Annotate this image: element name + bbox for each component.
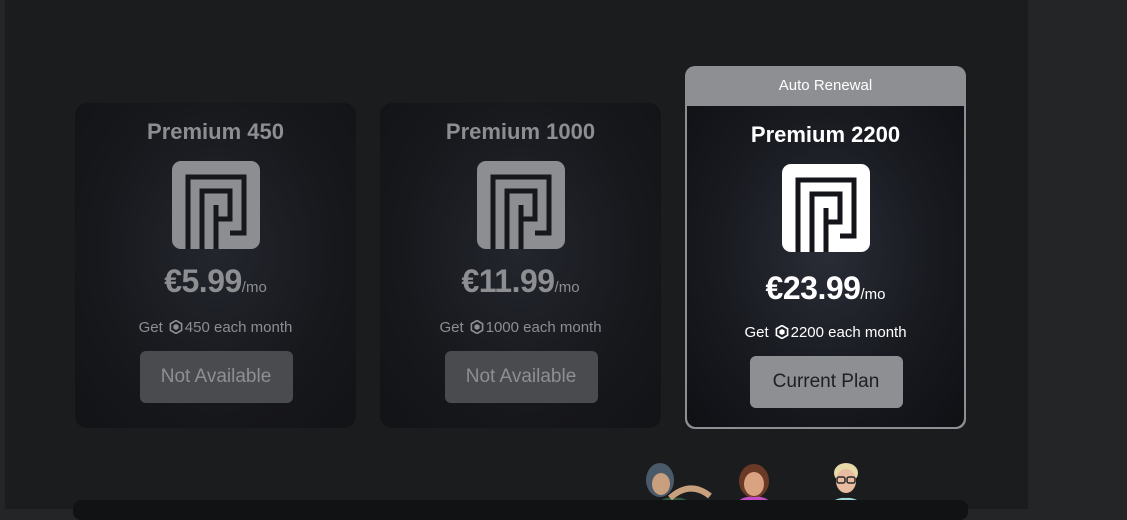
get-label: Get xyxy=(744,324,769,341)
get-label: Get xyxy=(138,319,163,336)
premium-logo-icon xyxy=(476,161,565,249)
plan-price: €5.99 xyxy=(164,263,242,299)
robux-amount: 2200 each month xyxy=(790,324,907,341)
robux-amount: 1000 each month xyxy=(485,319,602,336)
price-row: €23.99/mo xyxy=(687,270,964,307)
price-row: €11.99/mo xyxy=(380,263,661,300)
price-period: /mo xyxy=(860,286,886,303)
premium-logo-icon xyxy=(171,161,260,249)
current-plan-button[interactable]: Current Plan xyxy=(749,356,903,408)
plan-price: €23.99 xyxy=(765,270,861,306)
premium-logo-icon xyxy=(781,164,870,252)
robux-icon xyxy=(169,320,183,334)
premium-plans-page: Premium 450 €5.99/mo Get 450 each month N… xyxy=(5,0,1028,520)
robux-icon xyxy=(470,320,484,334)
right-gutter xyxy=(1028,0,1127,509)
price-period: /mo xyxy=(241,279,267,296)
plan-price: €11.99 xyxy=(461,263,555,299)
plan-title: Premium 450 xyxy=(147,119,284,144)
plan-title: Premium 2200 xyxy=(750,122,901,147)
price-period: /mo xyxy=(554,279,580,296)
bottom-panel xyxy=(73,500,968,520)
robux-amount: 450 each month xyxy=(184,319,293,336)
robux-icon xyxy=(775,325,789,339)
auto-renewal-banner: Auto Renewal xyxy=(778,77,873,94)
plan-title: Premium 1000 xyxy=(445,119,596,144)
get-label: Get xyxy=(439,319,464,336)
price-row: €5.99/mo xyxy=(75,263,356,300)
plan-card-premium-450: Premium 450 €5.99/mo Get 450 each month N… xyxy=(75,103,356,428)
plan-card-premium-1000: Premium 1000 €11.99/mo Get 1000 each mont… xyxy=(380,103,661,428)
not-available-button[interactable]: Not Available xyxy=(139,351,293,403)
robux-allowance: Get 450 each month xyxy=(75,319,356,336)
current-plan-card-body: Premium 2200 €23.99/mo Get 2200 each mont… xyxy=(687,106,964,427)
not-available-button[interactable]: Not Available xyxy=(444,351,598,403)
robux-allowance: Get 2200 each month xyxy=(687,324,964,341)
plan-card-premium-2200: Auto Renewal Premium 2200 €23.99/mo Get 2… xyxy=(685,66,966,429)
robux-allowance: Get 1000 each month xyxy=(380,319,661,336)
